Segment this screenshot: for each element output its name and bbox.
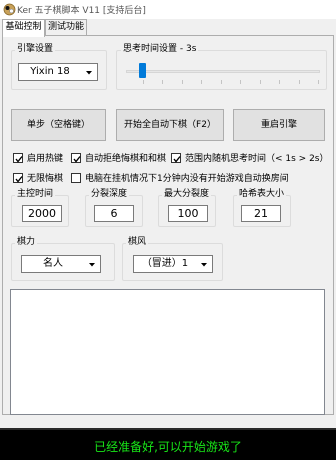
think-time-label: 思考时间设置 - 3s — [121, 44, 199, 55]
tab-test-functions[interactable]: 测试功能 — [45, 19, 87, 36]
strength-select[interactable]: 名人 — [21, 255, 101, 273]
hash-size-label: 哈希表大小 — [237, 189, 287, 200]
think-time-slider-track[interactable] — [126, 70, 320, 73]
tab-basic-control[interactable]: 基础控制 — [2, 19, 45, 37]
slider-tick — [298, 80, 300, 84]
max-split-field[interactable]: 100 — [168, 205, 208, 222]
log-textarea[interactable] — [10, 289, 325, 415]
slider-tick — [220, 80, 222, 84]
status-bar: 已经准备好,可以开始游戏了 — [0, 428, 336, 460]
engine-select-value: Yixin 18 — [30, 66, 70, 77]
max-split-label: 最大分裂度 — [162, 189, 212, 200]
slider-tick — [181, 80, 183, 84]
master-time-field[interactable]: 2000 — [22, 205, 62, 222]
checkbox-box[interactable] — [71, 152, 81, 163]
style-select[interactable]: （冒进）1 — [133, 255, 213, 273]
hotkey-checkbox[interactable]: 启用热键 — [13, 151, 63, 164]
style-select-value: （冒进）1 — [141, 258, 189, 269]
gomoku-app-icon — [3, 3, 16, 16]
hash-size-field[interactable]: 21 — [241, 205, 281, 222]
slider-tick — [259, 80, 261, 84]
slider-tick — [162, 80, 164, 84]
slider-tick — [240, 80, 242, 84]
engine-settings-label: 引擎设置 — [15, 44, 56, 55]
split-depth-label: 分裂深度 — [89, 189, 130, 200]
strength-label: 棋力 — [15, 237, 38, 248]
strength-select-value: 名人 — [43, 258, 63, 269]
slider-tick — [201, 80, 203, 84]
auto-reject-label: 自动拒绝悔棋和和棋 — [85, 154, 167, 164]
chevron-down-icon — [198, 259, 210, 270]
slider-tick — [279, 80, 281, 84]
slider-tick — [318, 80, 319, 84]
checkbox-box[interactable] — [13, 172, 23, 183]
auto-change-room-checkbox[interactable]: 电脑在挂机情况下1分钟内没有开始游戏自动换房间 — [71, 171, 289, 184]
chevron-down-icon — [83, 67, 95, 78]
think-time-slider-thumb[interactable] — [139, 63, 146, 78]
slider-tick — [143, 80, 144, 84]
master-time-label: 主控时间 — [15, 189, 56, 200]
style-label: 棋风 — [126, 237, 149, 248]
checkbox-box[interactable] — [71, 172, 81, 183]
auto-change-room-label: 电脑在挂机情况下1分钟内没有开始游戏自动换房间 — [85, 174, 289, 184]
window-title: Ker 五子棋脚本 V11 [支持后台] — [17, 6, 146, 16]
unlimited-undo-label: 无限悔棋 — [27, 174, 64, 184]
chevron-down-icon — [86, 259, 98, 270]
split-depth-field[interactable]: 6 — [94, 205, 134, 222]
checkbox-box[interactable] — [13, 152, 23, 163]
auto-reject-checkbox[interactable]: 自动拒绝悔棋和和棋 — [71, 151, 166, 164]
single-step-button[interactable]: 单步（空格键） — [11, 109, 106, 141]
restart-engine-button[interactable]: 重启引擎 — [233, 109, 325, 141]
engine-select[interactable]: Yixin 18 — [18, 63, 98, 81]
random-time-checkbox[interactable]: 范围内随机思考时间（< 1s > 2s） — [171, 151, 329, 164]
status-text: 已经准备好,可以开始游戏了 — [94, 440, 242, 454]
hotkey-label: 启用热键 — [27, 154, 64, 164]
random-time-label: 范围内随机思考时间（< 1s > 2s） — [185, 154, 329, 164]
checkbox-box[interactable] — [171, 152, 181, 163]
title-bar[interactable]: Ker 五子棋脚本 V11 [支持后台] — [0, 0, 336, 19]
auto-play-button[interactable]: 开始全自动下棋（F2） — [116, 109, 224, 141]
unlimited-undo-checkbox[interactable]: 无限悔棋 — [13, 171, 63, 184]
